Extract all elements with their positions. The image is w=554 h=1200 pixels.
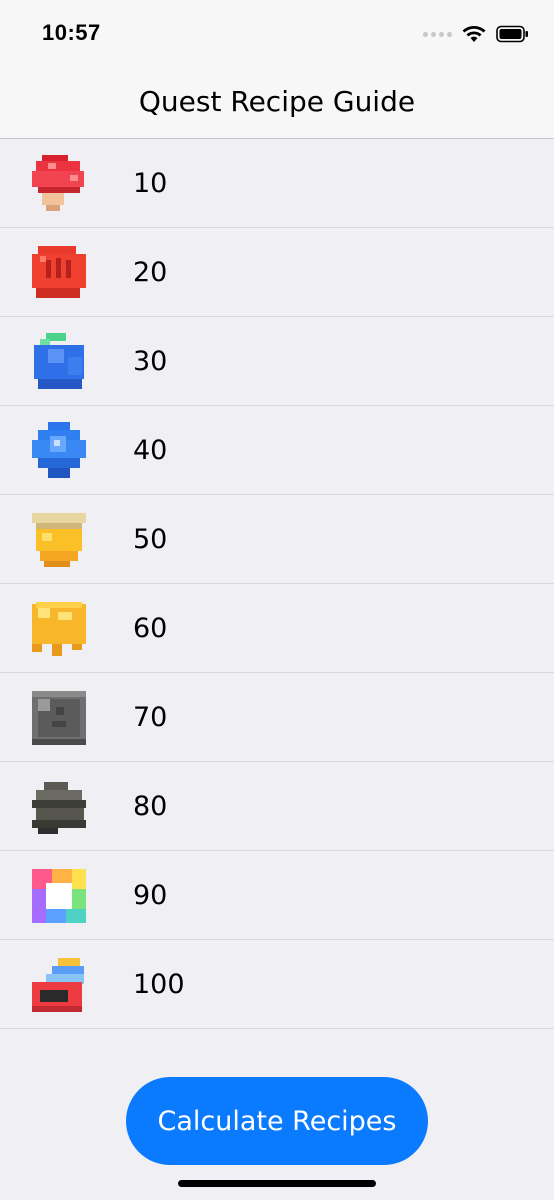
recipe-list: 10 20 30 40 50 60 70 80 90 100 [0,139,554,1029]
list-item[interactable]: 90 [0,851,554,940]
list-item[interactable]: 70 [0,673,554,762]
list-item-label: 50 [133,523,168,555]
red-fist-icon [32,246,86,298]
status-bar: 10:57 [0,0,554,66]
honey-cheese-icon [32,602,86,656]
list-item-label: 90 [133,879,168,911]
list-item[interactable]: 60 [0,584,554,673]
list-item[interactable]: 10 [0,139,554,228]
battery-icon [496,25,528,43]
list-item[interactable]: 20 [0,228,554,317]
list-item-label: 10 [133,167,168,199]
page-title: Quest Recipe Guide [138,84,416,118]
list-item-label: 20 [133,256,168,288]
status-icons [423,24,530,44]
stacked-items-icon [32,958,84,1012]
honey-pot-icon [32,513,86,567]
list-item[interactable]: 40 [0,406,554,495]
calculate-recipes-button[interactable]: Calculate Recipes [126,1077,428,1165]
list-item[interactable]: 50 [0,495,554,584]
list-item-label: 80 [133,790,168,822]
list-item-label: 30 [133,345,168,377]
list-item-label: 70 [133,701,168,733]
blue-blob-icon [34,333,84,389]
navigation-bar: Quest Recipe Guide [0,66,554,139]
list-item-label: 40 [133,434,168,466]
list-item[interactable]: 30 [0,317,554,406]
rainbow-gem-icon [32,869,86,923]
wifi-icon [462,26,486,42]
status-time: 10:57 [42,20,101,45]
blue-gem-icon [32,422,86,478]
cellular-signal-icon [423,31,452,37]
dark-stone-icon [32,782,86,834]
list-item-label: 60 [133,612,168,644]
red-mushroom-icon [32,155,84,211]
list-item[interactable]: 100 [0,940,554,1029]
list-item[interactable]: 80 [0,762,554,851]
gray-block-icon [32,691,86,745]
home-indicator [178,1180,376,1187]
list-item-label: 100 [133,968,185,1000]
